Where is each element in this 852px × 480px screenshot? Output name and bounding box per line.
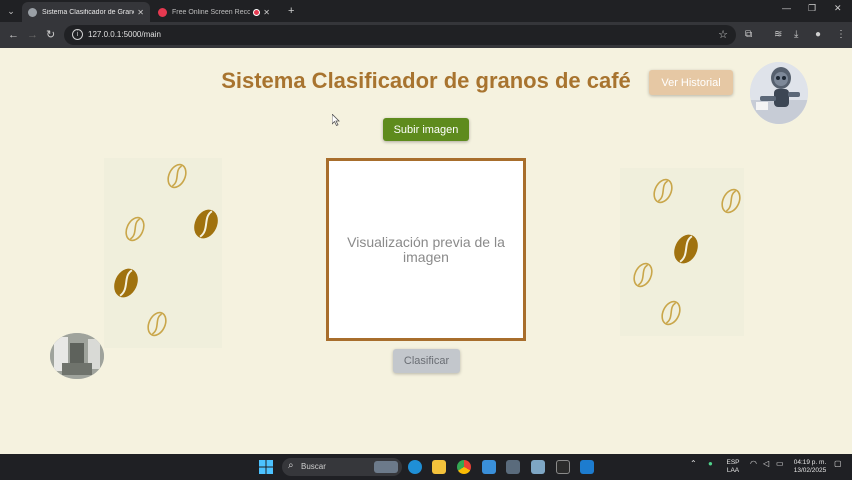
new-tab-icon[interactable]: + — [288, 4, 294, 18]
coffee-bean-filled-icon — [194, 209, 218, 239]
globe-icon — [28, 7, 37, 17]
notification-icon[interactable]: ▢ — [834, 459, 842, 468]
tab-title: Free Online Screen Recorder — [172, 8, 251, 16]
coffee-bean-icon — [653, 178, 673, 204]
minimize-icon[interactable]: — — [782, 3, 791, 13]
close-window-icon[interactable]: ✕ — [834, 3, 842, 14]
reload-icon[interactable]: ↻ — [46, 28, 55, 42]
url-text[interactable]: 127.0.0.1:5000/main — [88, 30, 161, 39]
maximize-icon[interactable]: ❐ — [808, 3, 816, 14]
edge-icon[interactable] — [408, 460, 422, 474]
user-photo-avatar — [50, 333, 104, 379]
coffee-bean-filled-icon — [674, 234, 698, 264]
tab-title: Sistema Clasificador de Granos — [42, 8, 135, 16]
recording-dot-icon — [253, 8, 261, 16]
browser-toolbar: ← → ↻ i 127.0.0.1:5000/main ☆ ⧉ ≋ ⤓ ● ⋮ — [0, 22, 852, 48]
robot-avatar — [750, 62, 808, 124]
clock-time: 04:19 p. m. — [793, 459, 827, 466]
coffee-bean-icon — [661, 300, 681, 326]
clock[interactable]: 04:19 p. m. 13/02/2025 — [790, 459, 830, 475]
app-icon[interactable] — [531, 460, 545, 474]
tab-active[interactable]: Sistema Clasificador de Granos ✕ — [22, 2, 150, 22]
upload-image-button[interactable]: Subir imagen — [383, 118, 469, 141]
arrow-right-icon[interactable]: → — [27, 28, 38, 42]
windows-icon[interactable] — [259, 460, 273, 474]
coffee-bean-icon — [167, 163, 187, 189]
language-code: ESP — [726, 459, 740, 466]
address-bar[interactable]: i 127.0.0.1:5000/main ☆ — [64, 25, 736, 45]
os-taskbar: ⌕ Buscar ⌃ ● ESP LAA ◠ ◁ ▭ 04:19 p. m. 1… — [0, 454, 852, 480]
tab-inactive[interactable]: Free Online Screen Recorder ✕ — [152, 2, 276, 22]
page-title: Sistema Clasificador de granos de café — [221, 68, 631, 93]
terminal-icon[interactable] — [556, 460, 570, 474]
app-icon[interactable] — [506, 460, 520, 474]
microphone-icon[interactable]: ● — [708, 459, 713, 468]
keyboard-layout: LAA — [726, 467, 740, 474]
battery-icon[interactable]: ▭ — [776, 459, 784, 468]
arrow-left-icon[interactable]: ← — [8, 28, 19, 42]
wifi-icon[interactable]: ◠ — [750, 459, 757, 468]
coffee-beans-decoration-left — [104, 158, 222, 348]
chrome-icon[interactable] — [457, 460, 471, 474]
close-icon[interactable]: ✕ — [263, 8, 270, 17]
kebab-icon[interactable]: ⋮ — [836, 28, 846, 42]
mouse-cursor-icon — [331, 113, 340, 127]
info-icon[interactable]: i — [72, 29, 83, 40]
notepad-icon[interactable] — [482, 460, 496, 474]
coffee-bean-icon — [147, 311, 167, 337]
preview-placeholder-text: Visualización previa de la imagen — [347, 233, 505, 265]
search-placeholder: Buscar — [301, 462, 326, 471]
search-highlight-icon — [374, 461, 398, 473]
image-preview-box: Visualización previa de la imagen — [326, 158, 526, 341]
star-icon[interactable]: ☆ — [718, 28, 728, 41]
chevron-up-icon[interactable]: ⌃ — [690, 459, 697, 468]
clock-date: 13/02/2025 — [793, 467, 827, 474]
vscode-icon[interactable] — [580, 460, 594, 474]
recorder-icon — [158, 7, 167, 17]
file-explorer-icon[interactable] — [432, 460, 446, 474]
close-icon[interactable]: ✕ — [137, 8, 144, 17]
puzzle-icon[interactable]: ⧉ — [745, 28, 752, 42]
taskbar-search[interactable]: ⌕ Buscar — [282, 458, 402, 476]
view-history-button[interactable]: Ver Historial — [649, 70, 733, 95]
input-language[interactable]: ESP LAA — [724, 459, 742, 475]
volume-icon[interactable]: ◁ — [763, 459, 769, 468]
tab-search-chevron-icon[interactable]: ⌄ — [4, 4, 18, 18]
download-icon[interactable]: ⤓ — [794, 28, 798, 42]
person-icon[interactable]: ● — [815, 28, 821, 42]
search-icon: ⌕ — [288, 460, 294, 471]
coffee-bean-icon — [633, 262, 653, 288]
media-icon[interactable]: ≋ — [774, 28, 782, 42]
classify-button[interactable]: Clasificar — [393, 349, 460, 373]
coffee-bean-icon — [721, 188, 741, 214]
coffee-beans-decoration-right — [620, 168, 744, 336]
coffee-bean-filled-icon — [114, 268, 138, 298]
browser-tab-strip: ⌄ Sistema Clasificador de Granos ✕ Free … — [0, 0, 852, 22]
coffee-bean-icon — [125, 216, 145, 242]
